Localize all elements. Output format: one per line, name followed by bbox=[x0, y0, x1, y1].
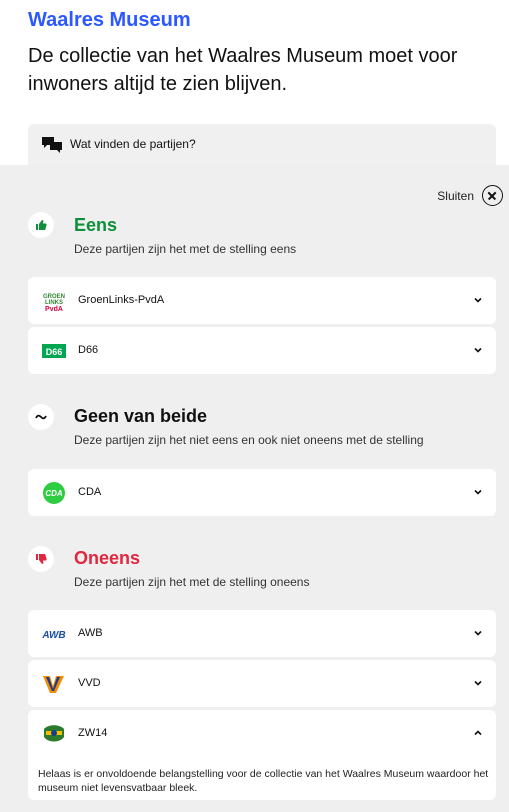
party-name: D66 bbox=[78, 344, 99, 356]
chevron-up-icon bbox=[474, 730, 482, 736]
cda-logo: CDA bbox=[42, 482, 66, 504]
vvd-logo bbox=[42, 674, 66, 694]
zw14-logo bbox=[42, 724, 66, 744]
section-subtitle-eens: Deze partijen zijn het met de stelling e… bbox=[74, 242, 297, 256]
chevron-down-icon bbox=[474, 630, 482, 636]
party-card-d66[interactable]: D66 D66 bbox=[28, 327, 496, 374]
chevron-down-icon bbox=[474, 347, 482, 353]
tilde-icon bbox=[28, 404, 54, 430]
d66-logo: D66 bbox=[42, 341, 66, 361]
section-title-oneens: Oneens bbox=[74, 548, 141, 568]
section-title-eens: Eens bbox=[74, 215, 118, 235]
section-subtitle-geen-van-beide: Deze partijen zijn het niet eens en ook … bbox=[74, 433, 424, 447]
topic-title: Waalres Museum bbox=[28, 9, 191, 31]
svg-text:CDA: CDA bbox=[45, 489, 63, 498]
thumbs-up-icon bbox=[28, 212, 54, 238]
party-explanation: Helaas is er onvoldoende belangstelling … bbox=[38, 768, 489, 794]
thumbs-down-icon bbox=[28, 546, 54, 572]
awb-logo: AWB bbox=[42, 624, 66, 644]
close-button[interactable]: Sluiten bbox=[437, 185, 503, 206]
party-card-awb[interactable]: AWB AWB bbox=[28, 610, 496, 657]
svg-text:AWB: AWB bbox=[42, 630, 66, 640]
tab-parties-opinions[interactable]: Wat vinden de partijen? bbox=[28, 124, 496, 170]
section-subtitle-oneens: Deze partijen zijn het met de stelling o… bbox=[74, 575, 310, 589]
party-card-cda[interactable]: CDA CDA bbox=[28, 469, 496, 516]
groenlinks-pvda-logo: GROEN LINKS PvdA bbox=[42, 291, 66, 312]
chevron-down-icon bbox=[474, 489, 482, 495]
party-name: VVD bbox=[78, 677, 101, 689]
statement-header: Waalres Museum De collectie van het Waal… bbox=[0, 0, 509, 170]
close-label: Sluiten bbox=[437, 188, 474, 203]
svg-text:PvdA: PvdA bbox=[45, 306, 63, 312]
party-card-zw14[interactable]: ZW14 Helaas is er onvoldoende belangstel… bbox=[28, 710, 496, 800]
svg-text:D66: D66 bbox=[46, 347, 63, 357]
party-name: AWB bbox=[78, 627, 103, 639]
party-name: GroenLinks-PvdA bbox=[78, 294, 165, 306]
party-name: ZW14 bbox=[78, 727, 108, 739]
party-name: CDA bbox=[78, 486, 102, 498]
party-card-vvd[interactable]: VVD bbox=[28, 660, 496, 707]
section-title-geen-van-beide: Geen van beide bbox=[74, 406, 208, 426]
chevron-down-icon bbox=[474, 297, 482, 303]
tab-label: Wat vinden de partijen? bbox=[70, 137, 196, 151]
statement-text: De collectie van het Waalres Museum moet… bbox=[28, 45, 458, 95]
speech-bubbles-icon bbox=[42, 137, 62, 153]
party-card-groenlinks-pvda[interactable]: GROEN LINKS PvdA GroenLinks-PvdA bbox=[28, 277, 496, 324]
close-icon bbox=[482, 185, 503, 206]
chevron-down-icon bbox=[474, 680, 482, 686]
